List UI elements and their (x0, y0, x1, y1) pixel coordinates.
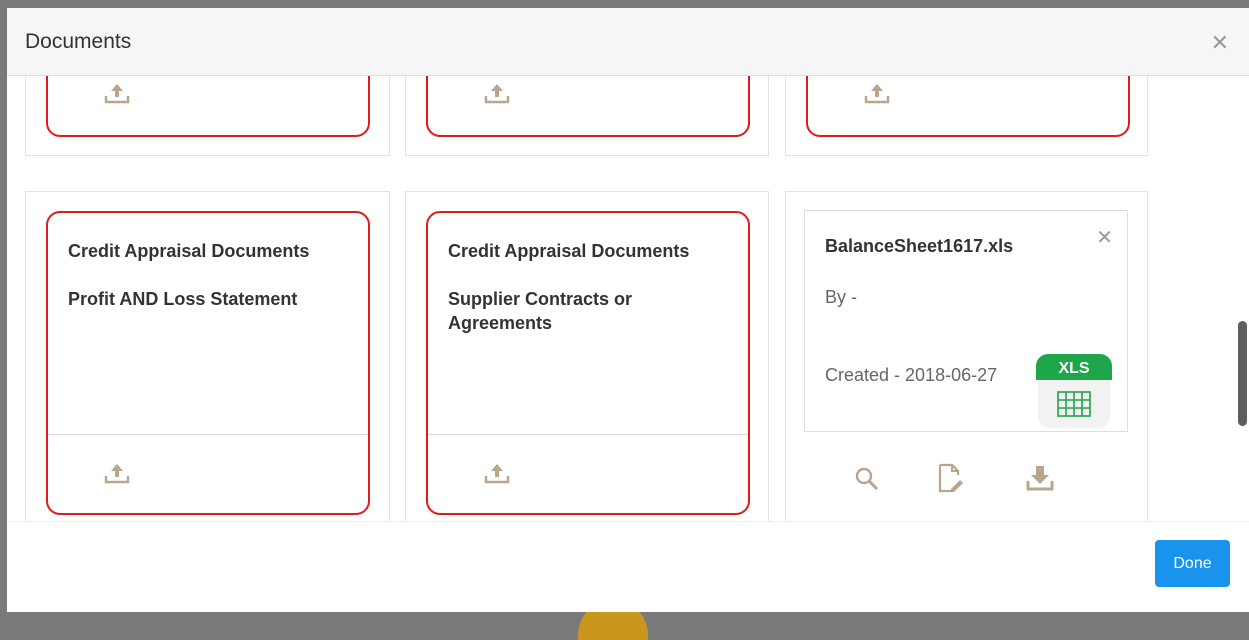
document-name: Supplier Contracts or Agreements (448, 289, 633, 333)
footer-divider (7, 521, 1249, 522)
xls-file-icon: XLS (1036, 354, 1112, 430)
modal-body: Credit Appraisal Documents Profit AND Lo… (7, 76, 1249, 521)
modal-title: Documents (25, 30, 132, 53)
edit-document-icon[interactable] (937, 463, 963, 498)
document-card-text: Credit Appraisal Documents Supplier Cont… (448, 239, 738, 335)
document-tile: Credit Appraisal Documents Supplier Cont… (405, 191, 769, 521)
document-card: Credit Appraisal Documents Profit AND Lo… (46, 211, 370, 515)
document-card (806, 76, 1130, 137)
file-uploaded-by: By - (825, 287, 858, 307)
documents-modal: Documents ✕ Credit Appraisal Documents P… (7, 8, 1249, 612)
upload-icon[interactable] (103, 461, 133, 487)
document-tile (25, 76, 390, 156)
done-button[interactable]: Done (1155, 540, 1230, 587)
remove-file-icon[interactable]: ✕ (1096, 225, 1113, 250)
document-category: Credit Appraisal Documents (68, 241, 310, 261)
uploaded-file-card: BalanceSheet1617.xls ✕ By - Created - 20… (804, 210, 1128, 432)
upload-icon[interactable] (103, 81, 133, 107)
document-card (426, 76, 750, 137)
upload-icon[interactable] (483, 81, 513, 107)
search-icon[interactable] (854, 466, 880, 497)
modal-header: Documents ✕ (7, 8, 1249, 76)
file-created-date: Created - 2018-06-27 (825, 365, 998, 385)
upload-icon[interactable] (863, 81, 893, 107)
card-divider (428, 434, 748, 435)
document-card-text: Credit Appraisal Documents Profit AND Lo… (68, 239, 358, 311)
file-name: BalanceSheet1617.xls (825, 236, 1014, 256)
document-category: Credit Appraisal Documents (448, 241, 690, 261)
document-name: Profit AND Loss Statement (68, 289, 298, 309)
close-icon[interactable]: ✕ (1211, 32, 1229, 54)
download-icon[interactable] (1025, 464, 1055, 497)
document-tile: Credit Appraisal Documents Profit AND Lo… (25, 191, 390, 521)
upload-icon[interactable] (483, 461, 513, 487)
card-divider (48, 434, 368, 435)
xls-badge-label: XLS (1058, 360, 1089, 377)
document-tile (785, 76, 1148, 156)
document-card: Credit Appraisal Documents Supplier Cont… (426, 211, 750, 515)
document-tile (405, 76, 769, 156)
scrollbar-thumb[interactable] (1238, 321, 1247, 426)
document-card (46, 76, 370, 137)
